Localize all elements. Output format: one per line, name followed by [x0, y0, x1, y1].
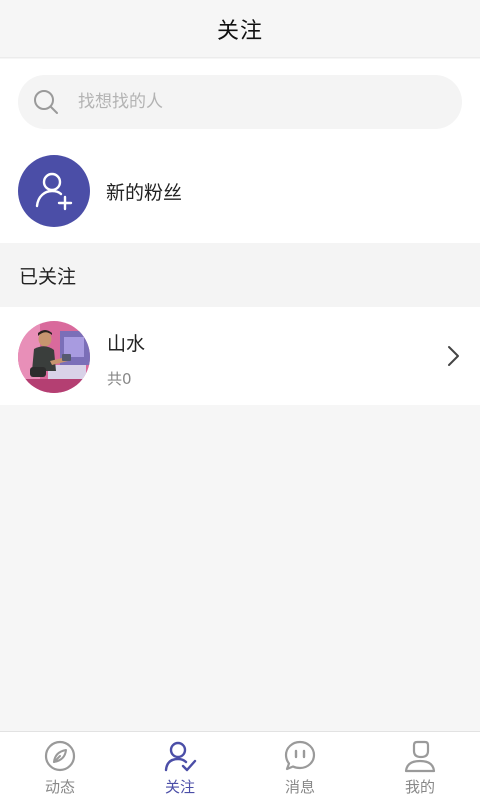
- search-input[interactable]: [78, 75, 448, 129]
- tab-label: 我的: [404, 778, 435, 796]
- tab-label: 消息: [284, 778, 315, 796]
- followed-user-row[interactable]: 山水 共0: [0, 307, 480, 405]
- search-bar[interactable]: [18, 75, 462, 129]
- leaf-compass-icon: [44, 740, 76, 772]
- user-photo-icon: [18, 321, 90, 393]
- new-fans-entry[interactable]: 新的粉丝: [0, 152, 480, 232]
- tab-label: 动态: [44, 778, 75, 796]
- top-header: 关注: [0, 0, 480, 58]
- chat-bubble-icon: [284, 740, 316, 771]
- user-name: 山水: [107, 333, 146, 355]
- followed-section-title: 已关注: [19, 265, 77, 288]
- new-fans-avatar: [18, 155, 90, 227]
- user-icon: [404, 740, 436, 773]
- search-and-fans-area: 新的粉丝: [0, 59, 480, 243]
- chevron-right-icon: [448, 346, 459, 366]
- followed-section-header: 已关注: [0, 243, 480, 307]
- page-title: 关注: [216, 18, 263, 44]
- search-icon: [34, 90, 58, 114]
- tab-follow[interactable]: 关注: [120, 732, 240, 800]
- tab-label: 关注: [164, 778, 195, 796]
- user-check-icon: [164, 741, 197, 772]
- tab-mine[interactable]: 我的: [360, 732, 480, 800]
- avatar: [18, 321, 90, 393]
- user-count: 共0: [107, 370, 132, 388]
- tab-messages[interactable]: 消息: [240, 732, 360, 800]
- app-root: 关注 新的粉丝 已关注: [0, 0, 480, 800]
- tab-dynamics[interactable]: 动态: [0, 732, 120, 800]
- add-user-icon: [35, 172, 73, 211]
- bottom-tabbar: 动态 关注 消息 我的: [0, 731, 480, 800]
- new-fans-label: 新的粉丝: [106, 182, 183, 204]
